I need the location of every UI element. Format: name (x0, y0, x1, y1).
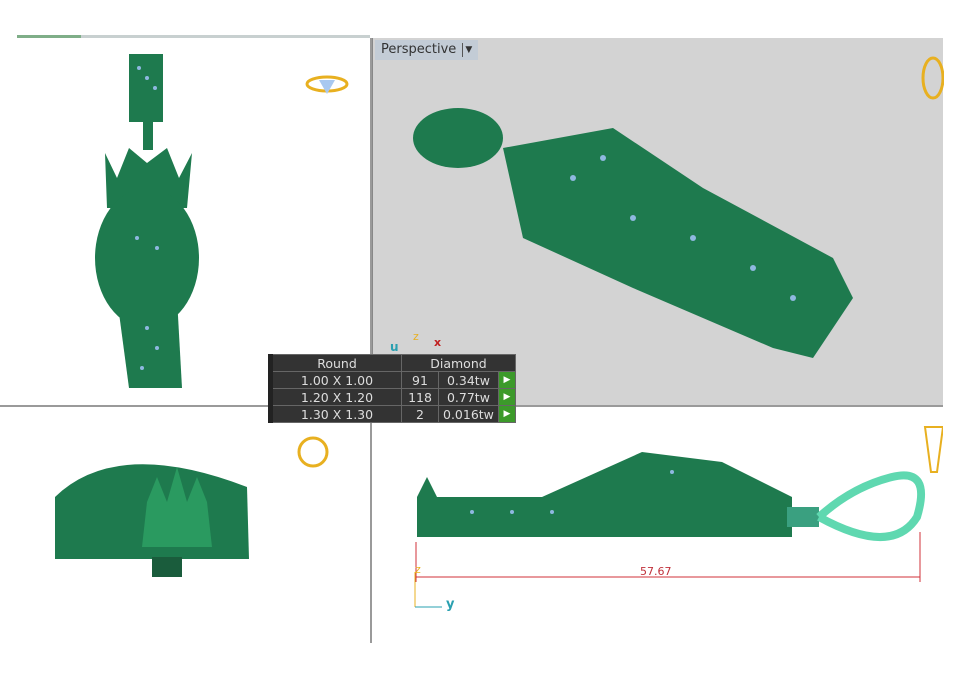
ring-orientation-icon (305, 75, 349, 94)
axis-u-label: u (390, 340, 399, 354)
perspective-view-model (413, 56, 945, 358)
ring-orientation-icon (923, 426, 945, 473)
stone-count: 2 (401, 405, 439, 423)
table-row: 1.30 X 1.30 2 0.016tw ▶ (270, 405, 516, 423)
axis-z-label: z (415, 563, 421, 576)
stone-count: 118 (401, 388, 439, 406)
side-view-model (414, 426, 945, 608)
play-icon[interactable]: ▶ (497, 388, 516, 406)
ring-orientation-icon (921, 56, 945, 100)
front-view-model (95, 54, 349, 388)
top-viewport[interactable] (17, 407, 370, 643)
header-material: Diamond (401, 354, 516, 372)
stone-weight: 0.34tw (438, 371, 499, 389)
perspective-label: Perspective (381, 42, 457, 57)
top-view-model (55, 436, 329, 577)
stone-size: 1.20 X 1.20 (270, 388, 402, 406)
perspective-view-selector[interactable]: Perspective ▼ (375, 40, 479, 60)
stone-size: 1.30 X 1.30 (270, 405, 402, 423)
table-header: Round Diamond (270, 354, 516, 372)
perspective-viewport[interactable] (372, 38, 945, 405)
front-viewport[interactable] (17, 38, 370, 405)
header-shape: Round (270, 354, 402, 372)
axis-x-label: x (434, 336, 442, 349)
play-icon[interactable]: ▶ (497, 371, 516, 389)
viewport-divider-vertical[interactable] (370, 38, 372, 643)
table-row: 1.00 X 1.00 91 0.34tw ▶ (270, 371, 516, 389)
side-viewport[interactable] (372, 407, 945, 643)
stone-summary-table: Round Diamond 1.00 X 1.00 91 0.34tw ▶ 1.… (268, 354, 516, 423)
chevron-down-icon[interactable]: ▼ (462, 43, 474, 57)
axis-y-label: y (446, 597, 455, 612)
axis-z-label: z (413, 330, 419, 343)
ring-orientation-icon (297, 436, 329, 468)
stone-weight: 0.77tw (438, 388, 499, 406)
stone-count: 91 (401, 371, 439, 389)
stone-weight: 0.016tw (438, 405, 499, 423)
table-row: 1.20 X 1.20 118 0.77tw ▶ (270, 388, 516, 406)
play-icon[interactable]: ▶ (497, 405, 516, 423)
dimension-value: 57.67 (640, 565, 672, 578)
stone-size: 1.00 X 1.00 (270, 371, 402, 389)
